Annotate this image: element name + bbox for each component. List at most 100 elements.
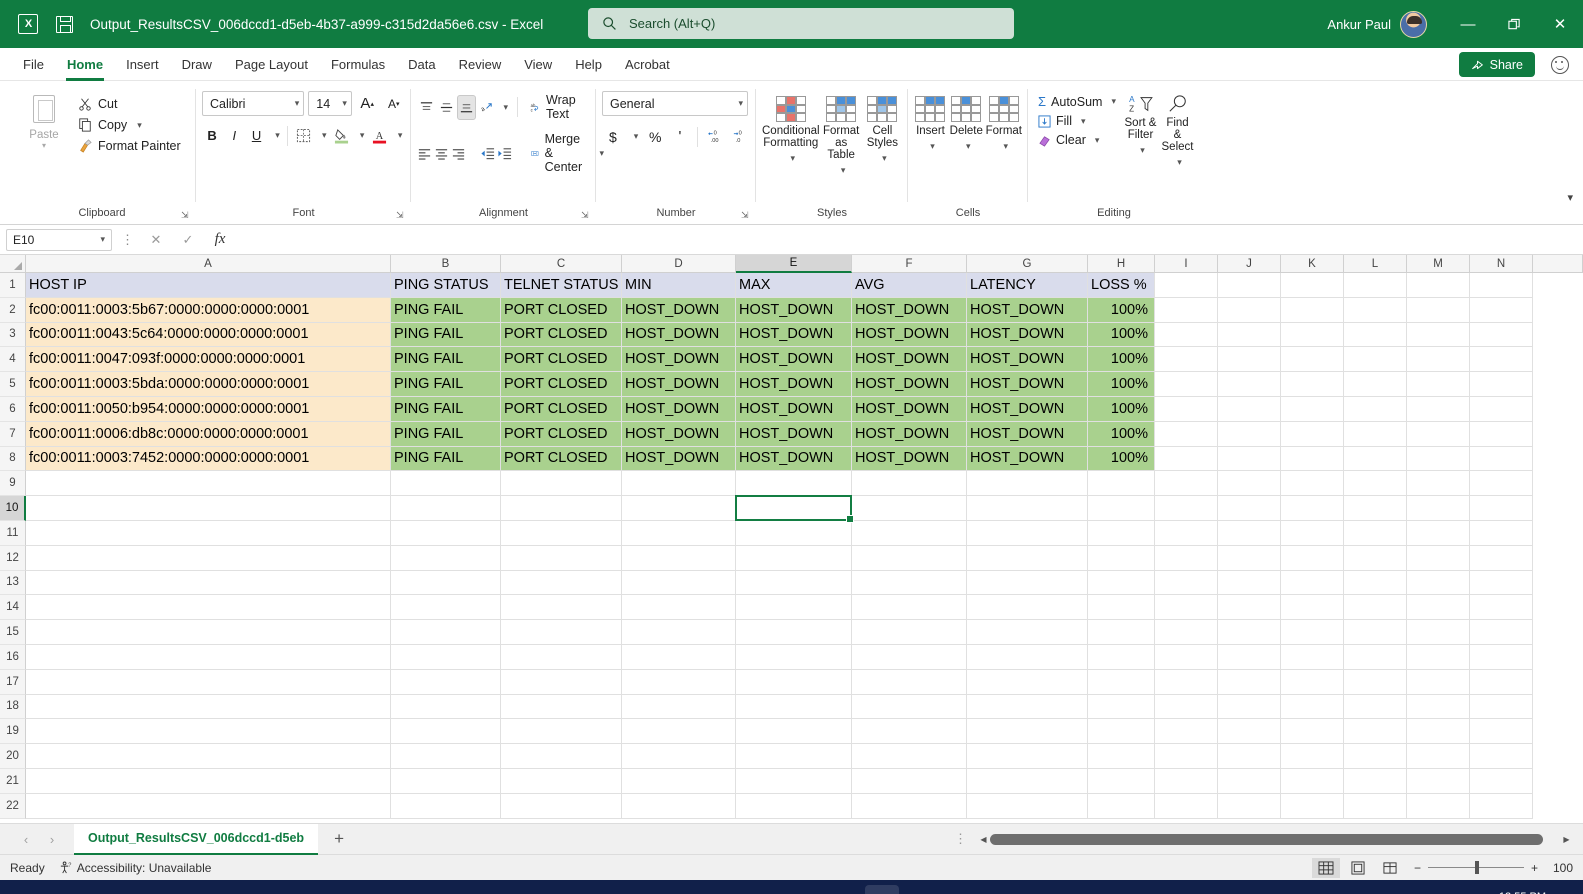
row-header-4[interactable]: 4	[0, 347, 26, 373]
cell-L9[interactable]	[1344, 471, 1407, 497]
cell-I21[interactable]	[1155, 769, 1218, 794]
cell-J1[interactable]	[1218, 273, 1281, 298]
cell-L12[interactable]	[1344, 545, 1407, 571]
cell-F9[interactable]	[852, 471, 967, 497]
cell-G21[interactable]	[967, 769, 1088, 794]
cell-B4[interactable]: PING FAIL	[391, 347, 501, 373]
cell-M21[interactable]	[1407, 769, 1470, 794]
cell-L3[interactable]	[1344, 322, 1407, 348]
cell-D22[interactable]	[622, 793, 736, 819]
cell-B18[interactable]	[391, 694, 501, 720]
cell-D11[interactable]	[622, 521, 736, 546]
cell-D10[interactable]	[622, 496, 736, 521]
cell-J12[interactable]	[1218, 545, 1281, 571]
cell-J6[interactable]	[1218, 397, 1281, 422]
underline-dropdown[interactable]: ▾	[269, 123, 283, 148]
cell-D9[interactable]	[622, 471, 736, 497]
zoom-thumb[interactable]	[1474, 860, 1479, 874]
decrease-decimal-button[interactable]: 0.0	[728, 124, 750, 149]
sheet-options-icon[interactable]: ⋮	[954, 831, 975, 847]
normal-view-icon[interactable]	[1311, 857, 1340, 878]
next-sheet-button[interactable]: ›	[40, 827, 64, 851]
cell-F5[interactable]: HOST_DOWN	[852, 372, 967, 397]
cell-J17[interactable]	[1218, 669, 1281, 695]
cell-N8[interactable]	[1470, 446, 1533, 472]
cell-K4[interactable]	[1281, 347, 1344, 373]
cell-D2[interactable]: HOST_DOWN	[622, 297, 736, 323]
cell-L20[interactable]	[1344, 744, 1407, 769]
cell-L5[interactable]	[1344, 372, 1407, 397]
cell-L21[interactable]	[1344, 769, 1407, 794]
paste-button[interactable]: Paste ▾	[14, 89, 74, 150]
cell-F15[interactable]	[852, 620, 967, 645]
cell-J20[interactable]	[1218, 744, 1281, 769]
cell-G17[interactable]	[967, 669, 1088, 695]
column-header-A[interactable]: A	[26, 255, 391, 273]
cell-D14[interactable]	[622, 595, 736, 621]
cell-L2[interactable]	[1344, 297, 1407, 323]
cell-G9[interactable]	[967, 471, 1088, 497]
cell-N7[interactable]	[1470, 421, 1533, 447]
column-header-N[interactable]: N	[1470, 255, 1533, 273]
cell-E12[interactable]	[736, 545, 852, 571]
feedback-icon[interactable]	[1551, 56, 1569, 74]
cell-A12[interactable]	[26, 545, 391, 571]
cell-D1[interactable]: MIN	[622, 273, 736, 298]
font-family-select[interactable]: Calibri ▾	[202, 91, 305, 116]
cell-C1[interactable]: TELNET STATUS	[501, 273, 622, 298]
cell-G4[interactable]: HOST_DOWN	[967, 347, 1088, 373]
cell-I9[interactable]	[1155, 471, 1218, 497]
cell-I12[interactable]	[1155, 545, 1218, 571]
tab-draw[interactable]: Draw	[171, 53, 223, 76]
column-header-J[interactable]: J	[1218, 255, 1281, 273]
row-header-11[interactable]: 11	[0, 520, 26, 546]
cell-H12[interactable]	[1088, 545, 1155, 571]
tab-review[interactable]: Review	[448, 53, 513, 76]
cell-J8[interactable]	[1218, 446, 1281, 472]
task-view-icon[interactable]	[757, 887, 783, 894]
cell-N21[interactable]	[1470, 769, 1533, 794]
align-middle-button[interactable]	[437, 95, 455, 120]
cell-B1[interactable]: PING STATUS	[391, 273, 501, 298]
cell-E17[interactable]	[736, 669, 852, 695]
comma-button[interactable]: '	[669, 124, 691, 149]
cell-H6[interactable]: 100%	[1088, 397, 1155, 422]
cell-G11[interactable]	[967, 521, 1088, 546]
orientation-button[interactable]: a	[478, 95, 496, 120]
excel-taskbar-icon[interactable]: X	[864, 885, 899, 894]
cell-E19[interactable]	[736, 719, 852, 745]
share-button[interactable]: Share	[1458, 52, 1535, 77]
cell-K2[interactable]	[1281, 297, 1344, 323]
cell-I14[interactable]	[1155, 595, 1218, 621]
cell-H15[interactable]	[1088, 620, 1155, 645]
cell-I2[interactable]	[1155, 297, 1218, 323]
tab-home[interactable]: Home	[56, 53, 114, 81]
cell-J18[interactable]	[1218, 694, 1281, 720]
cell-C7[interactable]: PORT CLOSED	[501, 421, 622, 447]
number-format-select[interactable]: General ▾	[602, 91, 748, 116]
percent-button[interactable]: %	[644, 124, 666, 149]
cell-G5[interactable]: HOST_DOWN	[967, 372, 1088, 397]
cell-A18[interactable]	[26, 694, 391, 720]
cell-L8[interactable]	[1344, 446, 1407, 472]
row-header-17[interactable]: 17	[0, 669, 26, 695]
cell-F18[interactable]	[852, 694, 967, 720]
cell-G16[interactable]	[967, 645, 1088, 670]
row-header-7[interactable]: 7	[0, 421, 26, 447]
tab-formulas[interactable]: Formulas	[320, 53, 396, 76]
cell-D15[interactable]	[622, 620, 736, 645]
cell-H2[interactable]: 100%	[1088, 297, 1155, 323]
cell-D8[interactable]: HOST_DOWN	[622, 446, 736, 472]
cell-E6[interactable]: HOST_DOWN	[736, 397, 852, 422]
cell-J21[interactable]	[1218, 769, 1281, 794]
cell-B13[interactable]	[391, 570, 501, 596]
format-cells-button[interactable]: Format ▾	[986, 93, 1022, 155]
cell-C10[interactable]	[501, 496, 622, 521]
cell-J22[interactable]	[1218, 793, 1281, 819]
cell-K3[interactable]	[1281, 322, 1344, 348]
cell-C12[interactable]	[501, 545, 622, 571]
underline-button[interactable]: U	[246, 123, 266, 148]
column-header-L[interactable]: L	[1344, 255, 1407, 273]
zoom-out-button[interactable]: −	[1414, 861, 1421, 875]
row-header-5[interactable]: 5	[0, 372, 26, 397]
